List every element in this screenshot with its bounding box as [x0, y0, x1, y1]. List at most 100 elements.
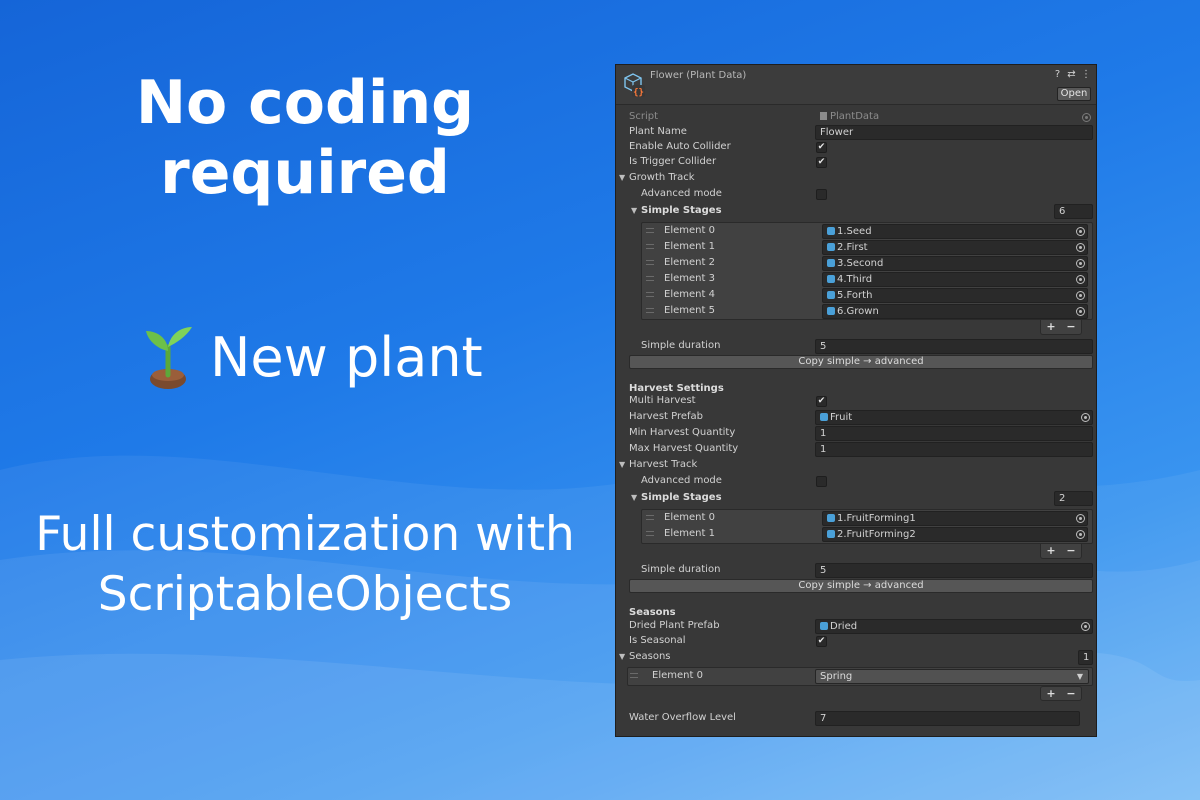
- new-plant-row: New plant: [140, 322, 483, 392]
- prefab-icon: [820, 622, 828, 630]
- element-object-field[interactable]: 1.Seed: [822, 224, 1088, 239]
- list-element-row: Element 4 5.Forth: [616, 287, 1096, 304]
- remove-element-button[interactable]: −: [1066, 320, 1075, 334]
- object-picker-icon[interactable]: [1081, 413, 1090, 422]
- harvest-simple-duration-field[interactable]: 5: [815, 563, 1093, 578]
- element-object-field[interactable]: 5.Forth: [822, 287, 1088, 303]
- seasons-count[interactable]: 1: [1078, 650, 1093, 665]
- add-element-button[interactable]: +: [1046, 687, 1055, 700]
- headline: No coding required: [0, 68, 610, 208]
- element-object-field[interactable]: 6.Grown: [822, 303, 1088, 319]
- object-picker-icon[interactable]: [1076, 242, 1085, 252]
- element-object-field[interactable]: 2.First: [822, 239, 1088, 255]
- enable-auto-collider-checkbox[interactable]: ✔: [816, 142, 827, 153]
- prefab-icon: [827, 258, 835, 267]
- object-picker-icon[interactable]: [1076, 258, 1085, 268]
- presets-icon[interactable]: ⇄: [1067, 69, 1076, 80]
- is-seasonal-label: Is Seasonal: [629, 635, 686, 646]
- element-value: 1.FruitForming1: [837, 513, 916, 524]
- harvest-track-foldout[interactable]: ▼ Harvest Track: [616, 458, 1096, 474]
- season-dropdown-value: Spring: [820, 671, 853, 682]
- seasons-add-remove: + −: [1040, 686, 1082, 701]
- is-trigger-collider-checkbox[interactable]: ✔: [816, 157, 827, 168]
- drag-handle-icon[interactable]: [646, 259, 654, 265]
- harvest-simple-stages-foldout[interactable]: ▼ Simple Stages 2: [616, 491, 1096, 507]
- help-icon[interactable]: ?: [1053, 69, 1062, 80]
- element-object-field[interactable]: 4.Third: [822, 271, 1088, 287]
- remove-element-button[interactable]: −: [1066, 687, 1075, 700]
- seasons-foldout[interactable]: ▼ Seasons 1: [616, 650, 1096, 666]
- dried-plant-prefab-field[interactable]: Dried: [815, 619, 1093, 634]
- min-harvest-field[interactable]: 1: [815, 426, 1093, 441]
- more-icon[interactable]: ⋮: [1081, 69, 1091, 80]
- foldout-arrow-icon: ▼: [619, 652, 626, 661]
- harvest-prefab-field[interactable]: Fruit: [815, 410, 1093, 425]
- tagline-line-2: ScriptableObjects: [97, 567, 513, 622]
- prefab-icon: [827, 514, 835, 522]
- growth-advanced-mode-checkbox[interactable]: [816, 189, 827, 200]
- plant-name-label: Plant Name: [629, 126, 687, 137]
- growth-simple-duration-row: Simple duration 5: [616, 339, 1096, 355]
- growth-copy-button[interactable]: Copy simple → advanced: [629, 355, 1093, 369]
- max-harvest-field[interactable]: 1: [815, 442, 1093, 457]
- is-seasonal-checkbox[interactable]: ✔: [816, 636, 827, 647]
- remove-element-button[interactable]: −: [1066, 544, 1075, 558]
- enable-auto-collider-row: Enable Auto Collider ✔: [616, 140, 1096, 156]
- element-object-field[interactable]: 3.Second: [822, 255, 1088, 271]
- harvest-copy-button[interactable]: Copy simple → advanced: [629, 579, 1093, 593]
- add-element-button[interactable]: +: [1046, 320, 1055, 334]
- prefab-icon: [827, 274, 835, 283]
- season-dropdown[interactable]: Spring ▼: [815, 669, 1089, 684]
- plant-name-field[interactable]: Flower: [815, 125, 1093, 140]
- drag-handle-icon[interactable]: [646, 291, 654, 297]
- script-field: PlantData: [816, 110, 1088, 125]
- object-picker-icon[interactable]: [1076, 227, 1085, 236]
- growth-stages-count[interactable]: 6: [1054, 204, 1093, 219]
- growth-advanced-mode-row: Advanced mode: [616, 187, 1096, 203]
- element-value: 1.Seed: [837, 226, 872, 237]
- multi-harvest-checkbox[interactable]: ✔: [816, 396, 827, 407]
- element-object-field[interactable]: 2.FruitForming2: [822, 526, 1088, 542]
- harvest-stages-count[interactable]: 2: [1054, 491, 1093, 506]
- element-label: Element 0: [664, 512, 715, 523]
- prefab-icon: [827, 290, 835, 299]
- tagline-line-1: Full customization with: [35, 507, 575, 562]
- growth-track-label: Growth Track: [629, 172, 695, 183]
- dried-plant-prefab-row: Dried Plant Prefab Dried: [616, 619, 1096, 635]
- script-file-icon: [820, 112, 827, 120]
- object-picker-icon[interactable]: [1081, 622, 1090, 631]
- is-seasonal-row: Is Seasonal ✔: [616, 634, 1096, 650]
- foldout-arrow-icon: ▼: [631, 493, 638, 502]
- drag-handle-icon[interactable]: [646, 530, 654, 536]
- promo-text-panel: No coding required New plant Full custom…: [0, 0, 610, 800]
- open-button[interactable]: Open: [1057, 87, 1091, 101]
- season-element-label: Element 0: [652, 670, 703, 681]
- drag-handle-icon[interactable]: [630, 673, 638, 678]
- script-value: PlantData: [830, 111, 880, 122]
- element-value: 5.Forth: [837, 289, 873, 301]
- drag-handle-icon[interactable]: [646, 243, 654, 249]
- growth-simple-stages-label: Simple Stages: [641, 205, 722, 216]
- growth-track-foldout[interactable]: ▼ Growth Track: [616, 171, 1096, 187]
- object-picker-icon[interactable]: [1076, 306, 1085, 316]
- drag-handle-icon[interactable]: [646, 307, 654, 313]
- water-overflow-field[interactable]: 7: [815, 711, 1080, 726]
- object-picker-icon[interactable]: [1076, 529, 1085, 539]
- foldout-arrow-icon: ▼: [619, 460, 626, 469]
- drag-handle-icon[interactable]: [646, 515, 654, 520]
- object-picker-icon[interactable]: [1076, 274, 1085, 284]
- growth-simple-stages-foldout[interactable]: ▼ Simple Stages 6: [616, 204, 1096, 220]
- growth-simple-duration-field[interactable]: 5: [815, 339, 1093, 354]
- harvest-advanced-mode-checkbox[interactable]: [816, 476, 827, 487]
- element-value: 6.Grown: [837, 305, 879, 317]
- add-element-button[interactable]: +: [1046, 544, 1055, 558]
- drag-handle-icon[interactable]: [646, 228, 654, 233]
- dried-plant-prefab-label: Dried Plant Prefab: [629, 620, 720, 631]
- object-picker-icon[interactable]: [1076, 290, 1085, 300]
- object-picker-icon[interactable]: [1076, 514, 1085, 523]
- tagline: Full customization with ScriptableObject…: [0, 505, 610, 625]
- prefab-icon: [827, 227, 835, 235]
- drag-handle-icon[interactable]: [646, 275, 654, 281]
- foldout-arrow-icon: ▼: [619, 173, 626, 182]
- element-object-field[interactable]: 1.FruitForming1: [822, 511, 1088, 526]
